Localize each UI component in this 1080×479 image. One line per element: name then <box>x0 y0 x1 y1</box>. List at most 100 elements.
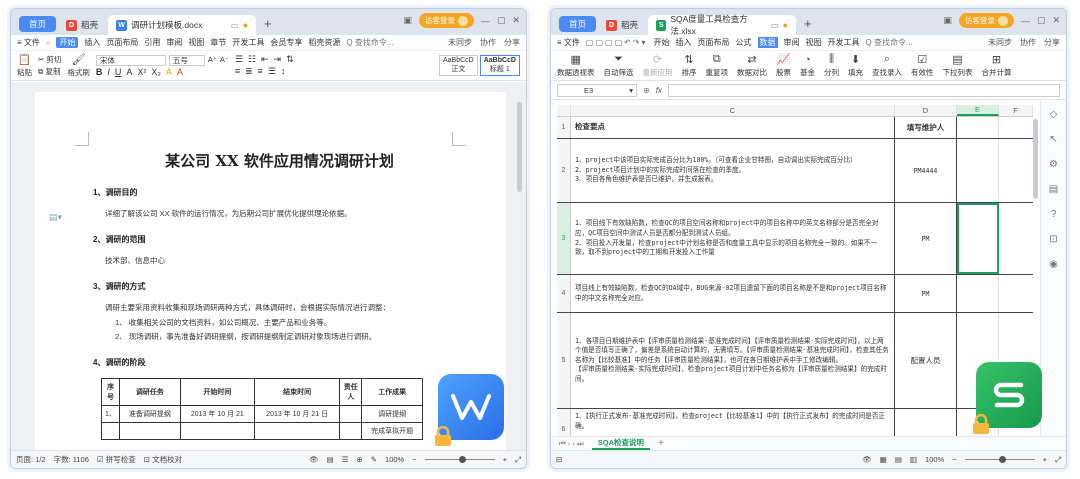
view-outline-icon[interactable]: ☰ <box>342 455 349 464</box>
split-button[interactable]: ⫼ 分列 <box>824 53 839 78</box>
menu-review[interactable]: 审阅 <box>166 37 182 48</box>
sheet-nav-icons[interactable]: ⏮ ‹ › ⏭ <box>559 439 584 449</box>
row-header[interactable]: 4 <box>557 275 571 312</box>
view-page-icon[interactable]: ▤ <box>327 455 334 464</box>
name-box[interactable]: E3 ▾ <box>557 84 637 97</box>
style-heading1[interactable]: AaBbCcD 标题 1 <box>479 55 520 76</box>
cell-c[interactable]: 1、各项目日期维护表中【评审质量检测结果-基准完成时间】【评审质量检测结果-实际… <box>571 313 895 408</box>
tab-home[interactable]: 首页 <box>19 16 57 32</box>
document-page[interactable]: ▤▾ 某公司 XX 软件应用情况调研计划 1、调研目的 详细了解该公司 XX 软… <box>35 92 506 450</box>
menu-data[interactable]: 数据 <box>757 37 778 48</box>
grow-font-icon[interactable]: A⁺ <box>208 55 217 66</box>
table-cell[interactable]: 1、 <box>101 405 120 423</box>
pivot-table-button[interactable]: ▦ 数据透视表 <box>557 53 595 78</box>
sync-button[interactable]: 未同步 <box>448 37 472 48</box>
layout-icon[interactable]: ▣ <box>943 15 952 26</box>
row-header[interactable]: 2 <box>557 139 571 202</box>
tab-document[interactable]: W 调研计划模板.docx ▭ ● <box>108 15 257 35</box>
justify-icon[interactable]: ☰ <box>268 66 276 77</box>
cell-f[interactable] <box>999 203 1033 274</box>
menu-insert[interactable]: 插入 <box>84 37 100 48</box>
row-header[interactable]: 6 <box>557 409 571 436</box>
table-cell[interactable]: 调研提纲 <box>361 405 423 423</box>
proofread-button[interactable]: ⊡ 文档校对 <box>144 454 182 465</box>
align-center-icon[interactable]: ≣ <box>245 66 253 77</box>
view-normal-icon[interactable]: ▦ <box>880 455 887 464</box>
sheet-tab-sqa[interactable]: SQA检查说明 <box>591 437 651 450</box>
cell-d[interactable]: PM4444 <box>895 139 957 202</box>
table-cell[interactable] <box>119 422 181 440</box>
column-header-f[interactable]: F <box>999 105 1033 116</box>
cell-c[interactable]: 1、项目线下有效缺陷数，检查QC的项目空间名称和project中的项目名称中的英… <box>571 203 895 274</box>
backup-icon[interactable]: ⊡ <box>1049 234 1057 245</box>
cell-d[interactable]: PM <box>895 203 957 274</box>
cell-d[interactable]: 填写维护人 <box>895 117 957 138</box>
command-search[interactable]: Q 查找命令... <box>346 37 393 48</box>
close-icon[interactable]: ✕ <box>1052 15 1060 26</box>
font-size-select[interactable]: 五号 <box>168 54 205 66</box>
table-cell[interactable]: 完成草拟开题 <box>361 422 423 440</box>
underline-icon[interactable]: U <box>115 67 122 77</box>
cell-f[interactable] <box>999 139 1033 202</box>
page-indicator[interactable]: 页面: 1/2 <box>16 454 46 465</box>
style-icon[interactable]: ◇ <box>1050 109 1058 120</box>
menu-formula[interactable]: 公式 <box>736 37 752 48</box>
menu-member[interactable]: 会员专享 <box>270 37 302 48</box>
column-header-e[interactable]: E <box>957 105 999 116</box>
table-cell[interactable]: 2013 年 10 月 21 <box>179 405 255 423</box>
subscript-icon[interactable]: X₂ <box>151 67 161 77</box>
menu-chapter[interactable]: 章节 <box>210 37 226 48</box>
table-cell[interactable]: 2013 年 10 月 21 日 <box>253 405 341 423</box>
zoom-in-icon[interactable]: + <box>503 455 507 464</box>
select-all-corner[interactable] <box>557 105 571 116</box>
menu-devtools[interactable]: 开发工具 <box>232 37 264 48</box>
outdent-icon[interactable]: ⇤ <box>261 54 269 65</box>
sync-button[interactable]: 未同步 <box>988 37 1012 48</box>
share-button[interactable]: 分享 <box>1044 37 1060 48</box>
zoom-value[interactable]: 100% <box>385 455 404 464</box>
fullscreen-icon[interactable]: ⤢ <box>515 455 521 465</box>
lookup-button[interactable]: ⌕ 查找录入 <box>872 53 902 78</box>
eye-icon[interactable]: 👁 <box>309 455 319 464</box>
row-header[interactable]: 5 <box>557 313 571 408</box>
cell-d[interactable]: PM <box>895 275 957 312</box>
paste-button[interactable]: 📋 粘贴 <box>17 53 32 78</box>
row-header[interactable]: 3 <box>557 203 571 274</box>
dropdown-list-button[interactable]: ▤ 下拉列表 <box>943 53 973 78</box>
maximize-icon[interactable]: ▢ <box>497 15 506 26</box>
new-tab-icon[interactable]: + <box>264 16 272 31</box>
font-color-icon[interactable]: A <box>177 67 183 77</box>
view-page-layout-icon[interactable]: ▤ <box>895 455 902 464</box>
cell-f[interactable] <box>999 117 1033 138</box>
eye-icon[interactable]: 👁 <box>862 455 872 464</box>
cell-d[interactable]: 配置人员 <box>895 313 957 408</box>
duplicates-button[interactable]: ⧉ 重复项 <box>706 53 729 78</box>
column-header-c[interactable]: C <box>571 105 895 116</box>
row-header[interactable]: 1 <box>557 117 571 138</box>
property-icon[interactable]: ▤ <box>1049 184 1058 195</box>
cell-c[interactable]: 1、【执行正式发布-基准完成时间】，检查project【比较基准1】中的【执行正… <box>571 409 895 436</box>
collab-button[interactable]: 协作 <box>1020 37 1036 48</box>
cell-e[interactable] <box>957 275 999 312</box>
guest-login-button[interactable]: 访客登录 <box>418 13 474 28</box>
menu-review[interactable]: 审阅 <box>784 37 800 48</box>
tab-home[interactable]: 首页 <box>559 16 597 32</box>
zoom-slider[interactable] <box>964 456 1035 463</box>
consolidate-button[interactable]: ⊞ 合并计算 <box>982 53 1012 78</box>
tab-daoke[interactable]: D 稻壳 <box>598 15 646 35</box>
cell-d[interactable] <box>895 409 957 436</box>
stock-button[interactable]: 📈 股票 <box>776 53 791 78</box>
bullet-list-icon[interactable]: ☰ <box>235 54 243 65</box>
spell-check-button[interactable]: ☑ 拼写检查 <box>97 454 136 465</box>
table-cell[interactable]: 准备调研提纲 <box>119 405 181 423</box>
macro-icon[interactable]: ⊟ <box>556 455 562 464</box>
fx-icon[interactable]: fx <box>656 86 662 95</box>
share-button[interactable]: 分享 <box>504 37 520 48</box>
layout-icon[interactable]: ▣ <box>403 15 412 26</box>
pointer-icon[interactable]: ↖ <box>1049 134 1057 145</box>
fullscreen-icon[interactable]: ⤢ <box>1055 455 1061 465</box>
tab-daoke[interactable]: D 稻壳 <box>58 15 106 35</box>
tab-window-icon[interactable]: ▭ <box>231 21 239 30</box>
menu-layout[interactable]: 页面布局 <box>698 37 730 48</box>
menu-view[interactable]: 视图 <box>806 37 822 48</box>
